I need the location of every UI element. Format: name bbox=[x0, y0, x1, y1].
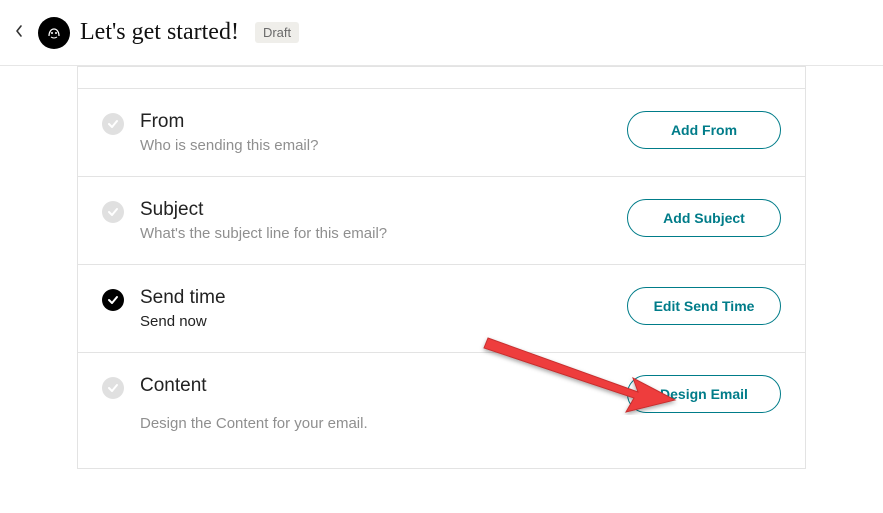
row-content-left: Content Design the Content for your emai… bbox=[102, 375, 607, 432]
status-incomplete-icon bbox=[102, 377, 124, 399]
chevron-left-icon bbox=[14, 24, 24, 41]
row-send-time: Send time Send now Edit Send Time bbox=[78, 265, 805, 353]
panel-spacer bbox=[78, 67, 805, 89]
row-subject-left: Subject What's the subject line for this… bbox=[102, 199, 607, 242]
status-incomplete-icon bbox=[102, 201, 124, 223]
add-from-button[interactable]: Add From bbox=[627, 111, 781, 149]
page-title: Let's get started! bbox=[80, 19, 239, 46]
row-subject-sub: What's the subject line for this email? bbox=[140, 225, 387, 242]
row-content-title: Content bbox=[140, 375, 368, 397]
edit-send-time-button[interactable]: Edit Send Time bbox=[627, 287, 781, 325]
row-send-time-sub: Send now bbox=[140, 313, 226, 330]
row-from-sub: Who is sending this email? bbox=[140, 137, 318, 154]
row-subject: Subject What's the subject line for this… bbox=[78, 177, 805, 265]
row-send-time-text: Send time Send now bbox=[140, 287, 226, 330]
mailchimp-logo-icon bbox=[38, 17, 70, 49]
page-header: Let's get started! Draft bbox=[0, 0, 883, 66]
design-email-button[interactable]: Design Email bbox=[627, 375, 781, 413]
row-from: From Who is sending this email? Add From bbox=[78, 89, 805, 177]
status-complete-icon bbox=[102, 289, 124, 311]
row-content-text: Content Design the Content for your emai… bbox=[140, 375, 368, 432]
row-from-text: From Who is sending this email? bbox=[140, 111, 318, 154]
row-send-time-left: Send time Send now bbox=[102, 287, 607, 330]
row-from-title: From bbox=[140, 111, 318, 133]
add-subject-button[interactable]: Add Subject bbox=[627, 199, 781, 237]
status-incomplete-icon bbox=[102, 113, 124, 135]
setup-panel: From Who is sending this email? Add From… bbox=[77, 66, 806, 469]
status-badge: Draft bbox=[255, 22, 299, 43]
main-content: From Who is sending this email? Add From… bbox=[0, 66, 883, 469]
back-button[interactable] bbox=[10, 20, 28, 45]
row-content-sub: Design the Content for your email. bbox=[140, 415, 368, 432]
row-subject-title: Subject bbox=[140, 199, 387, 221]
row-send-time-title: Send time bbox=[140, 287, 226, 309]
row-content: Content Design the Content for your emai… bbox=[78, 353, 805, 469]
row-from-left: From Who is sending this email? bbox=[102, 111, 607, 154]
row-subject-text: Subject What's the subject line for this… bbox=[140, 199, 387, 242]
